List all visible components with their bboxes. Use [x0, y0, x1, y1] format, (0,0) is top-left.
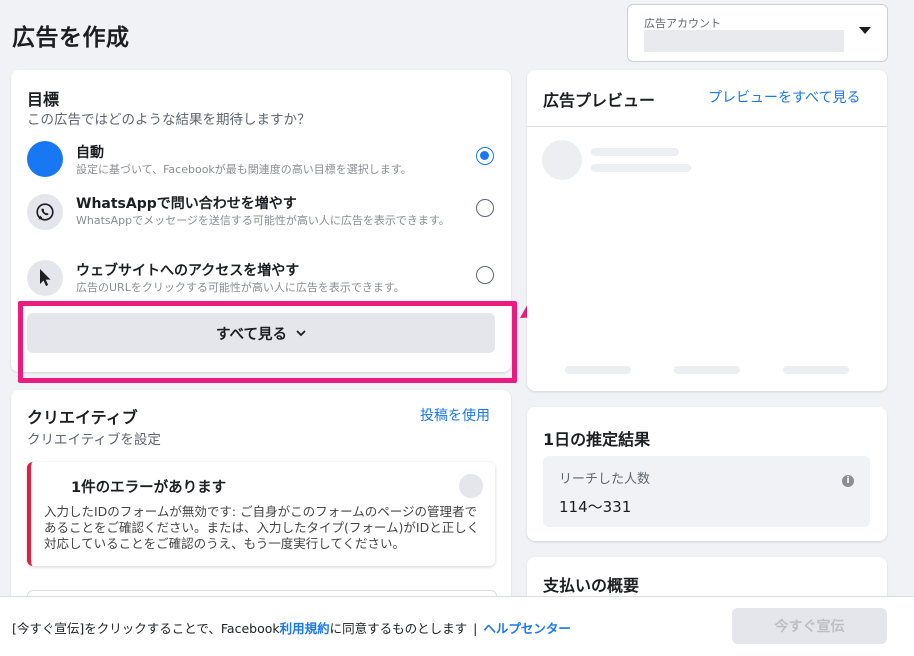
page-title: 広告を作成 [12, 25, 130, 51]
footer-text-prefix: [今すぐ宣伝]をクリックすることで、Facebook [12, 621, 280, 636]
option-whatsapp-title: WhatsAppで問い合わせを増やす [76, 196, 297, 212]
footer-bar: [今すぐ宣伝]をクリックすることで、Facebook利用規約に同意するものとしま… [0, 596, 914, 656]
preview-action-placeholder [783, 366, 849, 374]
option-auto-title: 自動 [76, 145, 104, 161]
footer-text-suffix: に同意するものとします [329, 621, 468, 636]
whatsapp-icon [27, 194, 63, 230]
option-website-desc: 広告のURLをクリックする可能性が高い人に広告を表示できます。 [76, 281, 405, 294]
objective-title: 目標 [27, 90, 60, 109]
reach-label: リーチした人数 [559, 472, 651, 487]
payment-summary-title: 支払いの概要 [543, 576, 640, 595]
footer-separator: | [473, 621, 478, 636]
reach-value: 114〜331 [559, 498, 632, 516]
preview-action-placeholder [565, 366, 631, 374]
preview-avatar-placeholder [542, 140, 582, 180]
creative-title: クリエイティブ [27, 408, 138, 427]
ad-account-label: 広告アカウント [644, 17, 721, 30]
ad-account-value-redacted [644, 30, 844, 52]
creative-subtitle: クリエイティブを設定 [27, 432, 161, 448]
error-dismiss-button[interactable] [459, 474, 483, 498]
reach-box: リーチした人数 114〜331 i [543, 456, 870, 527]
option-website-title: ウェブサイトへのアクセスを増やす [76, 263, 300, 279]
footer-text: [今すぐ宣伝]をクリックすることで、Facebook利用規約に同意するものとしま… [12, 618, 571, 637]
terms-link[interactable]: 利用規約 [280, 621, 330, 636]
option-whatsapp-desc: WhatsAppでメッセージを送信する可能性が高い人に広告を表示できます。 [76, 214, 450, 227]
promote-now-button[interactable]: 今すぐ宣伝 [732, 608, 887, 644]
preview-action-placeholder [674, 366, 740, 374]
highlight-box [18, 301, 517, 383]
ad-account-selector[interactable]: 広告アカウント [627, 4, 888, 62]
error-title: 1件のエラーがあります [71, 480, 227, 496]
option-auto-desc: 設定に基づいて、Facebookが最も関連度の高い目標を選択します。 [76, 163, 412, 176]
ad-preview-card: 広告プレビュー プレビューをすべて見る [527, 70, 887, 391]
preview-line-placeholder [591, 148, 679, 156]
auto-icon [27, 141, 63, 177]
option-website-radio[interactable] [476, 266, 494, 284]
daily-estimate-title: 1日の推定結果 [543, 430, 651, 449]
caret-down-icon [859, 27, 871, 34]
option-auto-radio[interactable] [476, 147, 494, 165]
see-all-previews-link[interactable]: プレビューをすべて見る [708, 87, 860, 107]
use-post-link[interactable]: 投稿を使用 [420, 405, 490, 425]
help-center-link[interactable]: ヘルプセンター [483, 621, 571, 636]
error-message-box: 1件のエラーがあります 入力したIDのフォームが無効です: ご自身がこのフォーム… [27, 462, 495, 566]
info-icon[interactable]: i [842, 475, 854, 487]
error-body: 入力したIDのフォームが無効です: ご自身がこのフォームのページの管理者であるこ… [44, 504, 480, 551]
preview-line-placeholder [591, 164, 691, 172]
ad-preview-title: 広告プレビュー [543, 91, 656, 110]
divider [527, 126, 887, 127]
daily-estimate-card: 1日の推定結果 リーチした人数 114〜331 i [527, 407, 887, 541]
cursor-icon [27, 260, 63, 296]
objective-subtitle: この広告ではどのような結果を期待しますか？ [27, 112, 311, 128]
option-whatsapp-radio[interactable] [476, 199, 494, 217]
